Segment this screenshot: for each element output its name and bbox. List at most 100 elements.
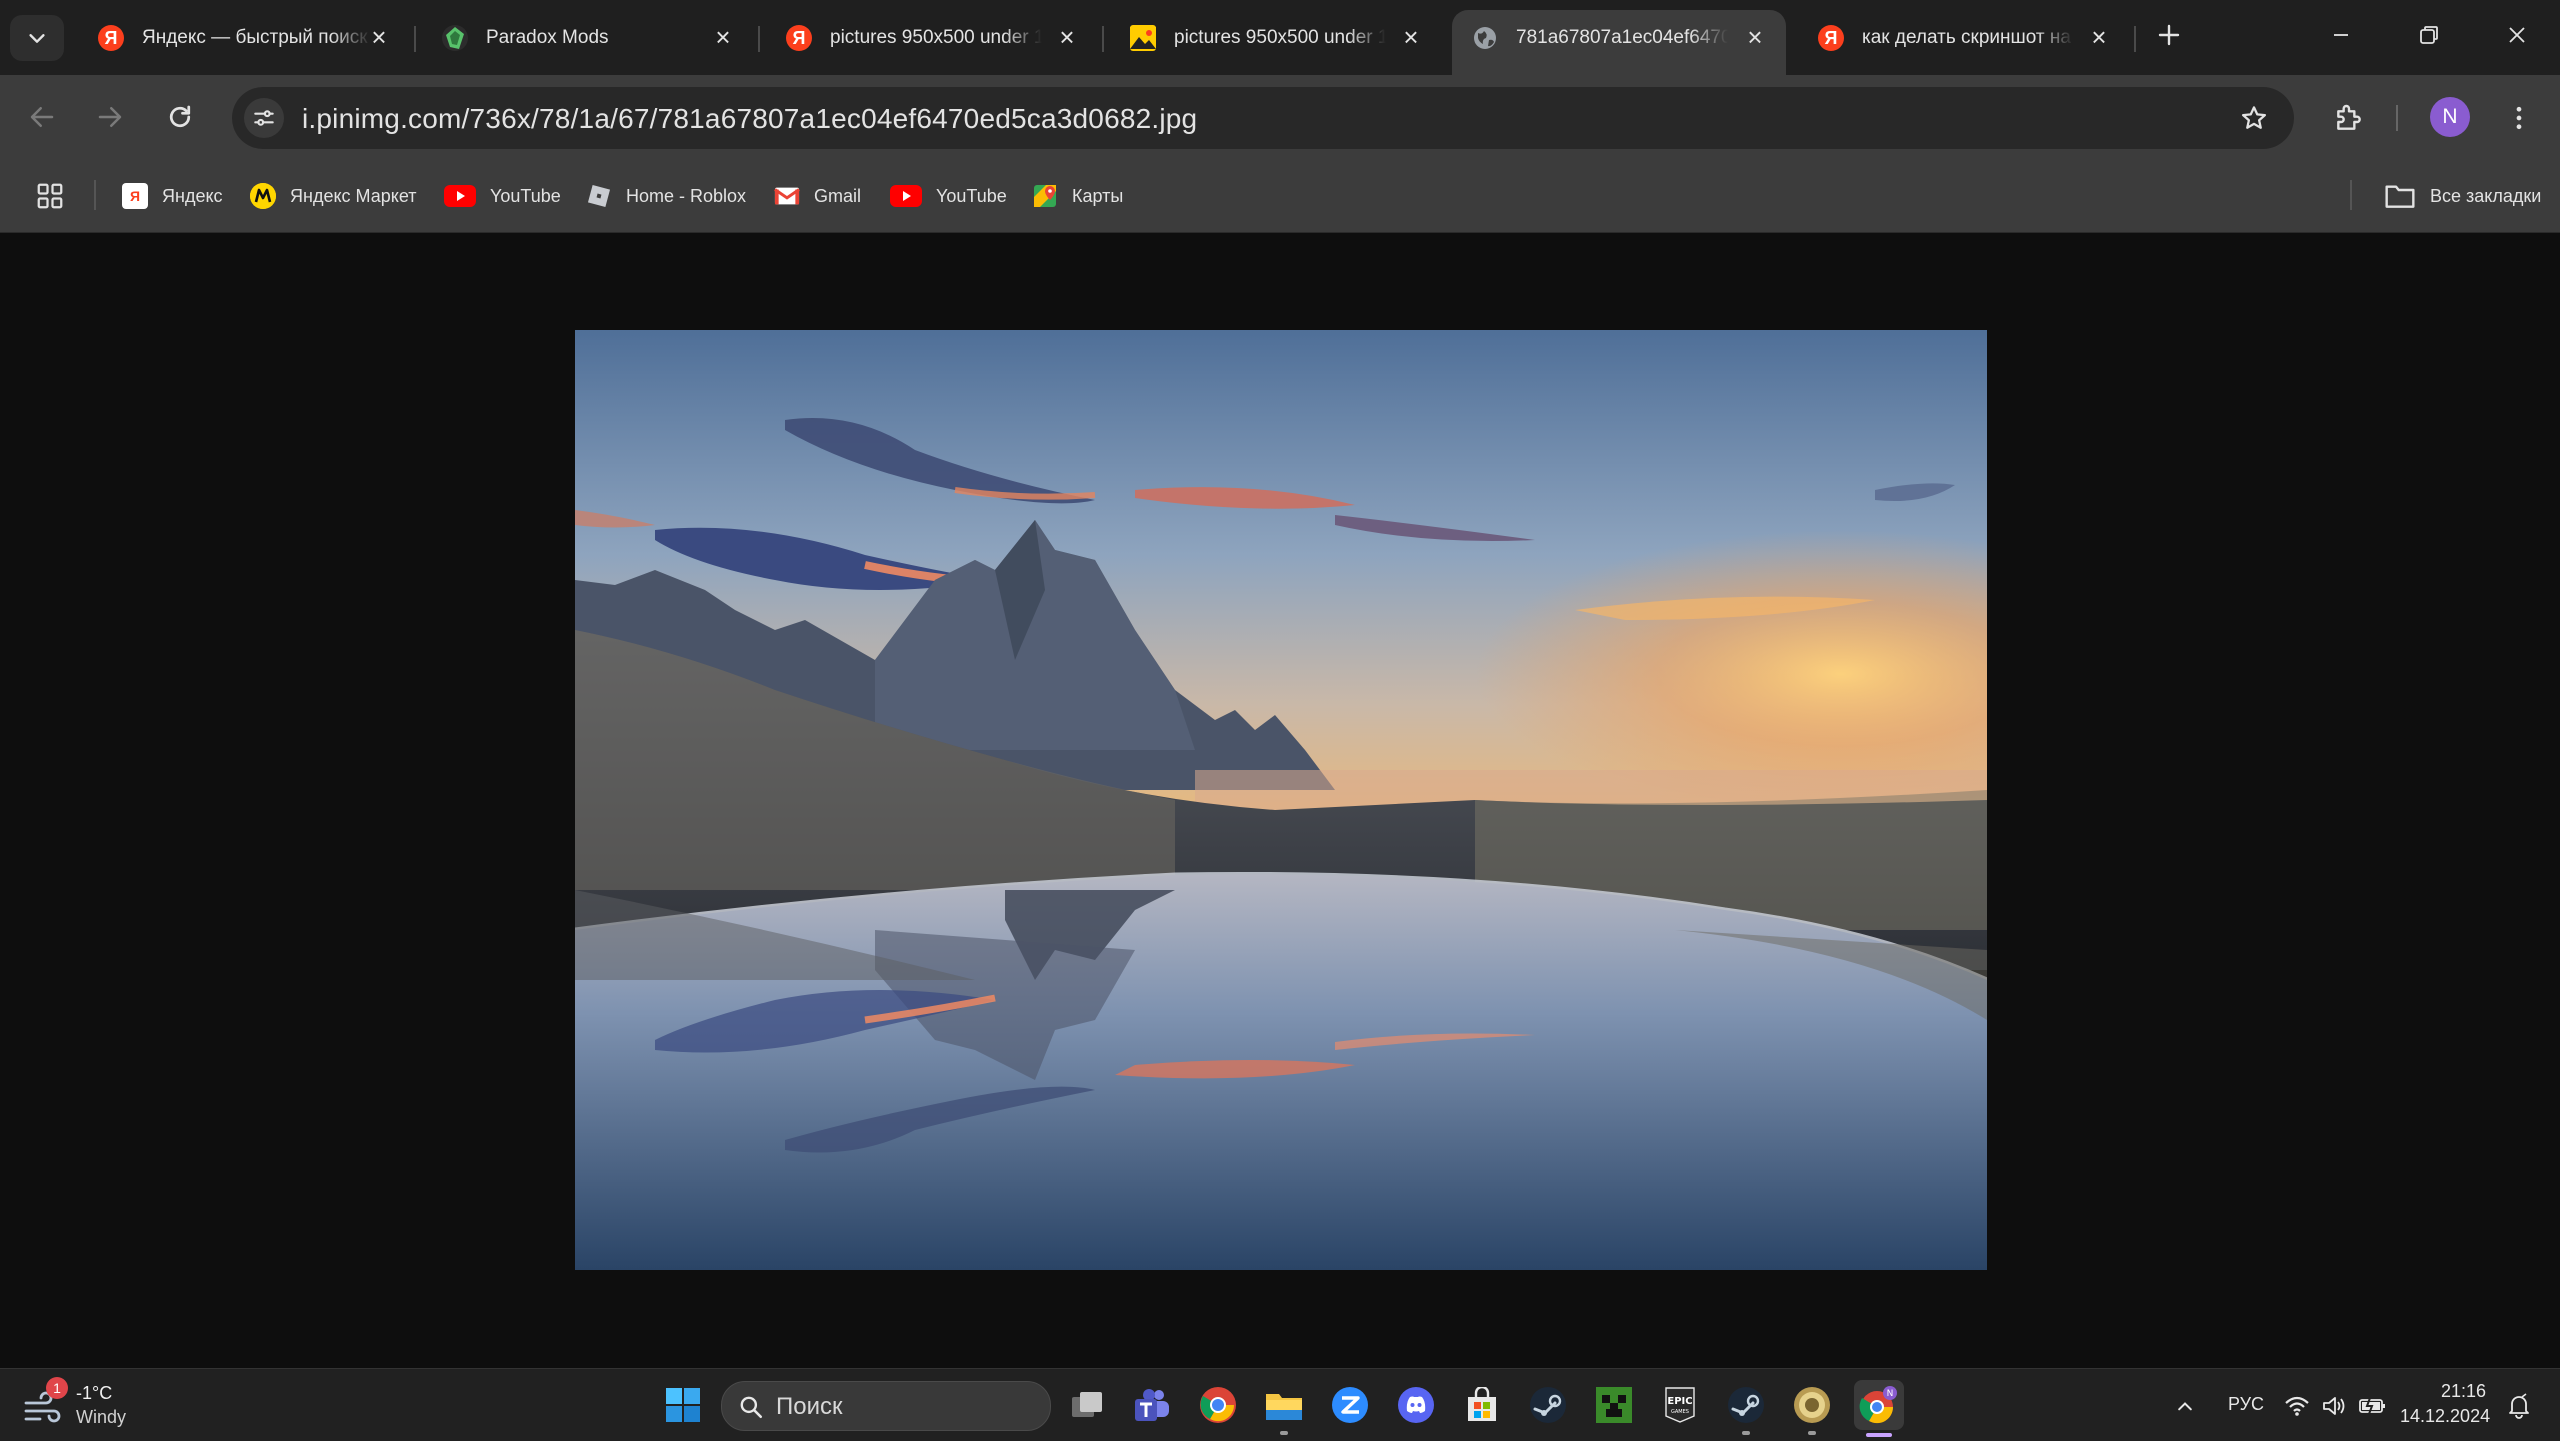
- youtube-icon: [444, 185, 476, 207]
- zoom-icon: [1332, 1387, 1368, 1423]
- chevron-up-icon: [2178, 1402, 2192, 1411]
- bookmark-youtube-2[interactable]: YouTube: [890, 178, 1007, 214]
- all-bookmarks-button[interactable]: Все закладки: [2384, 178, 2541, 214]
- tab-yandex-search[interactable]: Я Яндекс — быстрый поиск ×: [78, 10, 408, 65]
- minimize-button[interactable]: [2306, 10, 2376, 60]
- close-tab-icon[interactable]: ×: [2084, 22, 2114, 52]
- zoom-button[interactable]: [1328, 1383, 1372, 1427]
- bookmarks-bar: Я Яндекс Яндекс Маркет YouTube Home - Ro…: [0, 160, 2560, 233]
- steam-icon: [1728, 1387, 1764, 1423]
- url-text[interactable]: i.pinimg.com/736x/78/1a/67/781a67807a1ec…: [302, 103, 1197, 135]
- bookmark-roblox[interactable]: Home - Roblox: [586, 178, 746, 214]
- taskbar-search[interactable]: Поиск: [721, 1381, 1051, 1431]
- tab-yandex-images[interactable]: pictures 950x500 under 1mb ×: [1110, 10, 1440, 65]
- weather-badge: 1: [46, 1377, 68, 1399]
- all-bookmarks-label: Все закладки: [2430, 185, 2542, 206]
- chrome-profile-icon: N: [1859, 1386, 1897, 1424]
- tab-title: 781a67807a1ec04ef6470ed5ca3d0682.jpg: [1516, 27, 1728, 48]
- bookmark-star-button[interactable]: [2234, 98, 2274, 138]
- yandex-icon: Я: [98, 25, 124, 51]
- tab-image-active[interactable]: 781a67807a1ec04ef6470ed5ca3d0682.jpg ×: [1452, 10, 1786, 75]
- system-tray-status[interactable]: [2284, 1389, 2404, 1423]
- chrome-button[interactable]: [1196, 1383, 1240, 1427]
- image-viewer[interactable]: [575, 330, 1987, 1270]
- svg-text:N: N: [1887, 1389, 1894, 1399]
- yandex-market-icon: [250, 183, 276, 209]
- close-icon: [2509, 27, 2525, 43]
- profile-avatar[interactable]: N: [2430, 97, 2470, 137]
- tune-icon: [254, 110, 274, 126]
- volume-icon: [2323, 1397, 2345, 1415]
- wifi-icon: [2285, 1396, 2309, 1416]
- battery-icon: [2359, 1397, 2385, 1415]
- bookmark-gmail[interactable]: Gmail: [774, 178, 861, 214]
- start-button[interactable]: [661, 1383, 705, 1427]
- search-icon: [740, 1396, 763, 1419]
- tab-yandex-pictures[interactable]: Я pictures 950x500 under 1mb ×: [766, 10, 1096, 65]
- microsoft-store-icon: [1468, 1387, 1496, 1421]
- file-explorer-button[interactable]: [1262, 1383, 1306, 1427]
- bookmark-maps[interactable]: Карты: [1032, 178, 1123, 214]
- clock[interactable]: 21:16 14.12.2024: [2400, 1375, 2490, 1435]
- clock-time: 21:16: [2440, 1381, 2486, 1401]
- close-tab-icon[interactable]: ×: [1740, 22, 1770, 52]
- tab-search-button[interactable]: [10, 15, 64, 61]
- close-tab-icon[interactable]: ×: [1396, 22, 1426, 52]
- close-window-button[interactable]: [2482, 10, 2552, 60]
- reload-button[interactable]: [156, 93, 204, 141]
- bookmark-youtube-1[interactable]: YouTube: [444, 178, 561, 214]
- minecraft-button[interactable]: [1592, 1383, 1636, 1427]
- browser-menu-button[interactable]: [2496, 95, 2542, 141]
- notification-bell-icon: [2509, 1393, 2529, 1419]
- show-hidden-icons-button[interactable]: [2170, 1391, 2200, 1421]
- notifications-button[interactable]: [2502, 1389, 2536, 1423]
- close-tab-icon[interactable]: ×: [364, 22, 394, 52]
- tab-title: pictures 950x500 under 1mb: [1174, 27, 1386, 48]
- yandex-icon: Я: [122, 183, 148, 209]
- bookmark-yandex-market[interactable]: Яндекс Маркет: [250, 178, 416, 214]
- kebab-menu-icon: [2516, 106, 2522, 130]
- globe-icon: [1472, 25, 1498, 51]
- close-tab-icon[interactable]: ×: [708, 22, 738, 52]
- tab-title: как делать скриншот на компьютере: [1862, 27, 2074, 48]
- weather-widget[interactable]: 1 -1°C Windy: [24, 1377, 154, 1433]
- bookmark-label: Карты: [1072, 185, 1124, 206]
- bookmark-label: Яндекс Маркет: [290, 185, 417, 206]
- tab-yandex-screenshot[interactable]: Я как делать скриншот на компьютере ×: [1798, 10, 2128, 65]
- chrome-active-button[interactable]: N: [1854, 1380, 1904, 1430]
- restore-button[interactable]: [2394, 10, 2464, 60]
- maps-icon: [1032, 183, 1058, 209]
- discord-button[interactable]: [1394, 1383, 1438, 1427]
- minecraft-icon: [1596, 1387, 1632, 1423]
- restore-icon: [2420, 26, 2438, 44]
- youtube-icon: [890, 185, 922, 207]
- reload-icon: [169, 105, 191, 128]
- address-bar[interactable]: i.pinimg.com/736x/78/1a/67/781a67807a1ec…: [232, 87, 2294, 149]
- file-explorer-icon: [1266, 1394, 1302, 1420]
- microsoft-store-button[interactable]: [1460, 1383, 1504, 1427]
- svg-text:EPIC: EPIC: [1667, 1396, 1692, 1407]
- site-info-button[interactable]: [244, 98, 284, 138]
- bookmark-label: Home - Roblox: [626, 185, 747, 206]
- tab-paradox-mods[interactable]: Paradox Mods ×: [422, 10, 752, 65]
- discord-icon: [1398, 1387, 1434, 1423]
- steam-button[interactable]: [1526, 1383, 1570, 1427]
- back-button[interactable]: [18, 93, 66, 141]
- game-launcher-button[interactable]: [1790, 1383, 1834, 1427]
- bookmark-yandex[interactable]: Я Яндекс: [122, 178, 223, 214]
- forward-button[interactable]: [86, 93, 134, 141]
- task-view-button[interactable]: [1066, 1383, 1110, 1427]
- paradox-mods-icon: [442, 25, 468, 51]
- epic-games-button[interactable]: EPIC GAMES: [1658, 1383, 1702, 1427]
- close-tab-icon[interactable]: ×: [1052, 22, 1082, 52]
- extensions-button[interactable]: [2326, 95, 2372, 141]
- input-language[interactable]: РУС: [2228, 1394, 2264, 1415]
- teams-button[interactable]: [1130, 1383, 1174, 1427]
- apps-button[interactable]: [30, 176, 70, 216]
- tab-title: Яндекс — быстрый поиск: [142, 27, 368, 48]
- weather-condition: Windy: [76, 1407, 127, 1427]
- star-outline-icon: [2242, 106, 2266, 129]
- steam-button-2[interactable]: [1724, 1383, 1768, 1427]
- yandex-icon: Я: [1818, 25, 1844, 51]
- new-tab-button[interactable]: [2134, 10, 2204, 60]
